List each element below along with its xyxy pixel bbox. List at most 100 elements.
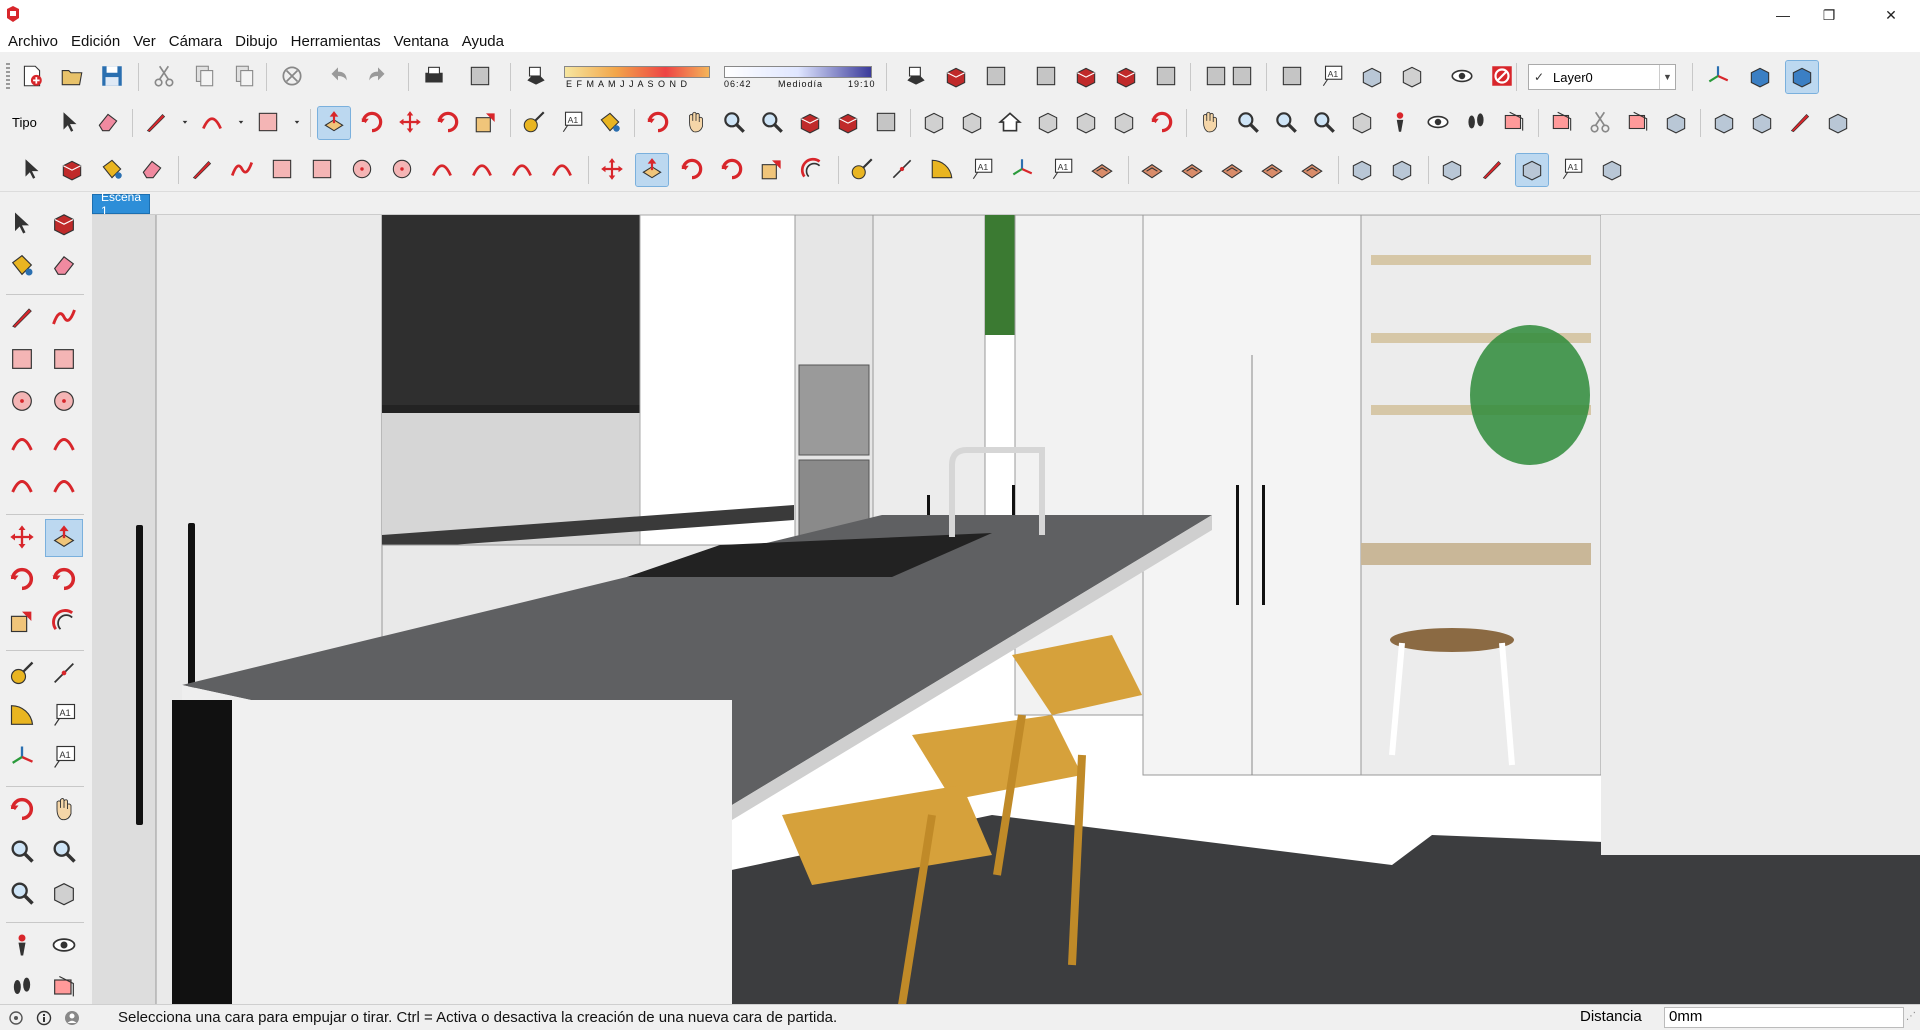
menu-camara[interactable]: Cámara	[169, 33, 230, 50]
menu-herramientas[interactable]: Herramientas	[291, 33, 389, 50]
eraser-button[interactable]	[136, 154, 168, 186]
pan-tool-button[interactable]	[46, 792, 82, 828]
rotated-rectangle-button[interactable]	[306, 154, 338, 186]
xray-style-button[interactable]	[1346, 154, 1378, 186]
layout-button[interactable]	[1226, 61, 1258, 93]
paint-bucket-tool-button[interactable]	[4, 248, 40, 284]
walk-tool-button[interactable]	[4, 970, 40, 1006]
toolbar-grip[interactable]	[6, 63, 10, 91]
push-pull-button[interactable]	[635, 153, 669, 187]
add-detail-button[interactable]	[1256, 154, 1288, 186]
move-button[interactable]	[394, 107, 426, 139]
pan2-button[interactable]	[1194, 107, 1226, 139]
rectangle-button[interactable]	[266, 154, 298, 186]
rectangle-tool-button[interactable]	[4, 342, 40, 378]
arc-button[interactable]	[426, 154, 458, 186]
rotate-button[interactable]	[676, 154, 708, 186]
print-button[interactable]	[418, 61, 450, 93]
menu-ver[interactable]: Ver	[133, 33, 164, 50]
protractor-tool-button[interactable]	[4, 698, 40, 734]
stamp-button[interactable]	[1176, 154, 1208, 186]
three-point-arc-tool-button[interactable]	[4, 468, 40, 504]
zoom-button[interactable]	[718, 107, 750, 139]
tape-measure-tool-button[interactable]	[4, 656, 40, 692]
smoove-button[interactable]	[1136, 154, 1168, 186]
eraser-button[interactable]	[92, 107, 124, 139]
new-button[interactable]	[16, 61, 48, 93]
credits-icon[interactable]	[32, 1008, 56, 1028]
zoom-window-tool-button[interactable]	[46, 834, 82, 870]
iso-view-button[interactable]	[918, 107, 950, 139]
wireframe-button[interactable]	[1746, 107, 1778, 139]
position-camera-tool-button[interactable]	[4, 928, 40, 964]
close-button[interactable]: ✕	[1868, 0, 1914, 30]
rectangle-button[interactable]	[252, 107, 284, 139]
preview-button[interactable]	[1396, 61, 1428, 93]
paint-bucket-button[interactable]	[594, 107, 626, 139]
hidden-line-style-button[interactable]	[1476, 154, 1508, 186]
drape-button[interactable]	[1216, 154, 1248, 186]
menu-archivo[interactable]: Archivo	[8, 33, 66, 50]
tape-measure-button[interactable]	[518, 107, 550, 139]
arc-button[interactable]	[196, 107, 228, 139]
extension-warehouse-button[interactable]	[1070, 61, 1102, 93]
previous-view-tool-button[interactable]	[46, 876, 82, 912]
move-tool-button[interactable]	[4, 520, 40, 556]
tape-measure-button[interactable]	[846, 154, 878, 186]
follow-me-tool-button[interactable]	[46, 562, 82, 598]
freehand-tool-button[interactable]	[46, 300, 82, 336]
zoom-extents-button[interactable]	[756, 107, 788, 139]
save-button[interactable]	[96, 61, 128, 93]
pencil-tool-button[interactable]	[4, 300, 40, 336]
measurements-input[interactable]: 0mm	[1664, 1007, 1904, 1028]
section-plane-tool-button[interactable]	[46, 970, 82, 1006]
two-point-arc-tool-button[interactable]	[46, 426, 82, 462]
offset-tool-button[interactable]	[46, 604, 82, 640]
back-edges-button[interactable]	[1708, 107, 1740, 139]
cut-button[interactable]	[148, 61, 180, 93]
rotated-rectangle-tool-button[interactable]	[46, 342, 82, 378]
cancel-button[interactable]	[1486, 61, 1518, 93]
two-point-arc-button[interactable]	[466, 154, 498, 186]
follow-me-button[interactable]	[716, 154, 748, 186]
sandbox-button[interactable]	[1086, 154, 1118, 186]
shadow-time-slider[interactable]: 06:42 Mediodía 19:10	[724, 66, 875, 90]
section-fill-button[interactable]	[1622, 107, 1654, 139]
wireframe-style-button[interactable]	[1436, 154, 1468, 186]
share-model-button[interactable]	[980, 61, 1012, 93]
zoom-extents2-button[interactable]	[1308, 107, 1340, 139]
get-models-button[interactable]	[940, 61, 972, 93]
push-pull-tool-button[interactable]	[45, 519, 83, 557]
move-button[interactable]	[596, 154, 628, 186]
shaded-style-button[interactable]	[1515, 153, 1549, 187]
flip-edge-button[interactable]	[1296, 154, 1328, 186]
component-button[interactable]	[56, 154, 88, 186]
zoom-tool-button[interactable]	[4, 834, 40, 870]
dimension-button[interactable]	[886, 154, 918, 186]
minimize-button[interactable]: —	[1760, 0, 1806, 30]
back-view-button[interactable]	[1070, 107, 1102, 139]
3d-text-button[interactable]: A1	[1046, 154, 1078, 186]
model-info-button[interactable]	[464, 61, 496, 93]
copy-button[interactable]	[188, 61, 220, 93]
eraser-tool-button[interactable]	[46, 248, 82, 284]
pie-button[interactable]	[546, 154, 578, 186]
select-button[interactable]	[16, 154, 48, 186]
menu-ventana[interactable]: Ventana	[394, 33, 457, 50]
scene-tab-escena-1[interactable]: Escena 1	[92, 190, 151, 218]
chevron-down-icon[interactable]: ▼	[1659, 65, 1675, 89]
scale-tool-button[interactable]	[4, 604, 40, 640]
shadow-settings-button[interactable]	[900, 61, 932, 93]
line-button[interactable]	[140, 107, 172, 139]
section-plane-button[interactable]	[1498, 107, 1530, 139]
shadow-date-slider[interactable]: E F M A M J J A S O N D	[564, 66, 710, 90]
axes-tool-button[interactable]	[4, 740, 40, 776]
right-view-button[interactable]	[1032, 107, 1064, 139]
warehouse-button[interactable]	[794, 107, 826, 139]
freehand-button[interactable]	[226, 154, 258, 186]
component-button[interactable]	[832, 107, 864, 139]
extension-manager-button[interactable]	[1110, 61, 1142, 93]
geo-location-icon[interactable]	[4, 1008, 28, 1028]
display-cuts-button[interactable]	[1584, 107, 1616, 139]
orbit-tool-button[interactable]	[4, 792, 40, 828]
